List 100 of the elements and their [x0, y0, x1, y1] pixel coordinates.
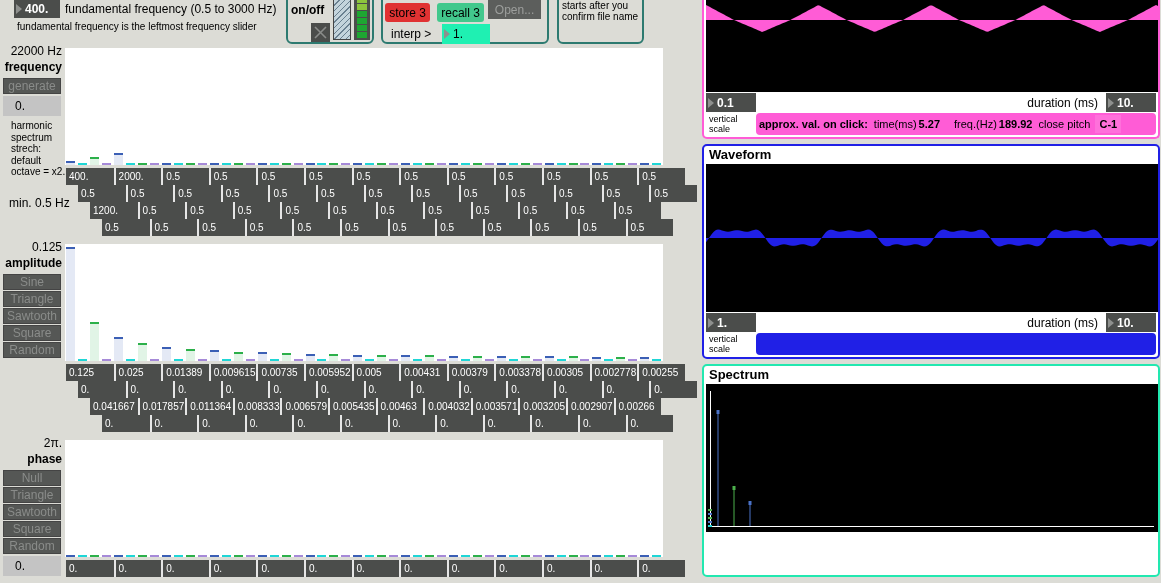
number-box[interactable]: 0. [351, 560, 400, 577]
number-box[interactable]: 0.011364 [185, 398, 233, 415]
slider-fill[interactable] [114, 336, 124, 361]
number-box[interactable]: 0.5 [601, 185, 650, 202]
hatched-toggle[interactable] [333, 0, 352, 40]
number-box[interactable]: 0. [482, 415, 531, 432]
number-box[interactable]: 0.5 [102, 219, 150, 236]
slider-fill[interactable] [209, 350, 219, 361]
number-box[interactable]: 0.5 [518, 202, 566, 219]
number-box[interactable]: 1. [706, 313, 756, 332]
number-box[interactable]: 0. [494, 560, 542, 577]
number-box[interactable]: 0. [149, 415, 198, 432]
number-box[interactable]: 0.005 [351, 364, 400, 381]
number-box[interactable]: 0.002778 [589, 364, 638, 381]
number-box[interactable]: 0.5 [185, 202, 233, 219]
number-box[interactable]: 0.003571 [470, 398, 519, 415]
slider-fill[interactable] [114, 152, 124, 165]
number-box[interactable]: 0.008333 [232, 398, 281, 415]
number-box[interactable]: 0.5 [625, 219, 674, 236]
number-box[interactable]: 0.5 [530, 219, 578, 236]
slider-fill[interactable] [640, 356, 650, 361]
number-box[interactable]: 0.5 [446, 168, 495, 185]
number-box[interactable]: 0. [303, 560, 352, 577]
number-box[interactable]: 0.01389 [161, 364, 209, 381]
number-box[interactable]: 0. [66, 560, 114, 577]
number-box[interactable]: 0. [244, 415, 293, 432]
number-box[interactable]: 0. [506, 381, 554, 398]
slider-fill[interactable] [353, 354, 363, 361]
number-box[interactable]: 0. [577, 415, 626, 432]
number-box[interactable]: 0.025 [113, 364, 162, 381]
number-box[interactable]: 0.5 [649, 185, 697, 202]
number-box[interactable]: 0.1 [706, 93, 756, 112]
slider-fill[interactable] [233, 351, 243, 361]
number-box[interactable]: 400. [66, 168, 114, 185]
slider-fill[interactable] [377, 354, 387, 361]
number-box[interactable]: 0.125 [66, 364, 114, 381]
number-box[interactable]: 0.5 [256, 168, 304, 185]
number-box[interactable]: 0. [446, 560, 495, 577]
slider-fill[interactable] [90, 156, 100, 165]
number-box[interactable]: 0. [637, 560, 685, 577]
number-box[interactable]: 0. [553, 381, 602, 398]
number-box[interactable]: 0.5 [292, 219, 340, 236]
number-box[interactable]: 0.5 [435, 219, 483, 236]
number-box[interactable]: 0.5 [506, 185, 554, 202]
number-box[interactable]: 0. [268, 381, 316, 398]
number-box[interactable]: 0.5 [637, 168, 685, 185]
number-box[interactable]: 0. [435, 415, 483, 432]
number-box[interactable]: 0.5 [470, 202, 519, 219]
slider-fill[interactable] [425, 355, 435, 361]
number-box[interactable]: 0. [125, 381, 174, 398]
number-box[interactable]: 0.5 [375, 202, 424, 219]
slider-fill[interactable] [90, 321, 100, 361]
number-box[interactable]: 0. [292, 415, 340, 432]
store-button[interactable]: store 3 [385, 3, 431, 22]
number-box[interactable]: 0.009615 [208, 364, 257, 381]
slider-fill[interactable] [329, 354, 339, 361]
slider-fill[interactable] [257, 352, 267, 361]
number-box[interactable]: 0. [102, 415, 150, 432]
number-box[interactable]: 0.5 [411, 185, 459, 202]
number-box[interactable]: 0.003205 [518, 398, 566, 415]
number-box[interactable]: 0.5 [565, 202, 614, 219]
number-box[interactable]: 0.041667 [90, 398, 138, 415]
number-box[interactable]: 0.5 [494, 168, 542, 185]
number-box[interactable]: 0. [387, 415, 436, 432]
number-box[interactable]: 0.5 [589, 168, 638, 185]
number-box[interactable]: 0. [208, 560, 257, 577]
number-box[interactable]: 0.005435 [327, 398, 376, 415]
number-box[interactable]: 0.5 [125, 185, 174, 202]
number-box[interactable]: 0.5 [197, 219, 245, 236]
slider-fill[interactable] [448, 355, 458, 361]
number-box[interactable]: 0.5 [208, 168, 257, 185]
number-box[interactable]: 0. [411, 381, 459, 398]
number-box[interactable]: 0.00735 [256, 364, 304, 381]
number-box[interactable]: 0.5 [553, 185, 602, 202]
number-field[interactable]: 0. [3, 556, 61, 576]
number-box[interactable]: 0.5 [482, 219, 531, 236]
number-box[interactable]: 0.00431 [399, 364, 447, 381]
number-box[interactable]: 0.5 [613, 202, 662, 219]
number-box[interactable]: 0. [315, 381, 364, 398]
number-box[interactable]: 0. [113, 560, 162, 577]
number-box[interactable]: 0. [601, 381, 650, 398]
number-box[interactable]: 0.5 [137, 202, 186, 219]
number-box[interactable]: 0.5 [351, 168, 400, 185]
number-box[interactable]: 0.5 [458, 185, 507, 202]
number-box[interactable]: 0.5 [363, 185, 412, 202]
number-box[interactable]: 0.5 [315, 185, 364, 202]
number-box[interactable]: 400. [14, 0, 60, 18]
number-box[interactable]: 0.005952 [303, 364, 352, 381]
number-box[interactable]: 0.5 [339, 219, 388, 236]
number-box[interactable]: 0.003378 [494, 364, 542, 381]
number-box[interactable]: 0. [363, 381, 412, 398]
slider-fill[interactable] [305, 353, 315, 361]
slider-fill[interactable] [401, 355, 411, 361]
number-box[interactable]: 0. [541, 560, 590, 577]
number-box[interactable]: 0.5 [423, 202, 471, 219]
slider-fill[interactable] [281, 353, 291, 361]
slider-fill[interactable] [472, 355, 482, 361]
number-box[interactable]: 0. [458, 381, 507, 398]
number-box[interactable]: 0.5 [161, 168, 209, 185]
number-box[interactable]: 0.00463 [375, 398, 424, 415]
